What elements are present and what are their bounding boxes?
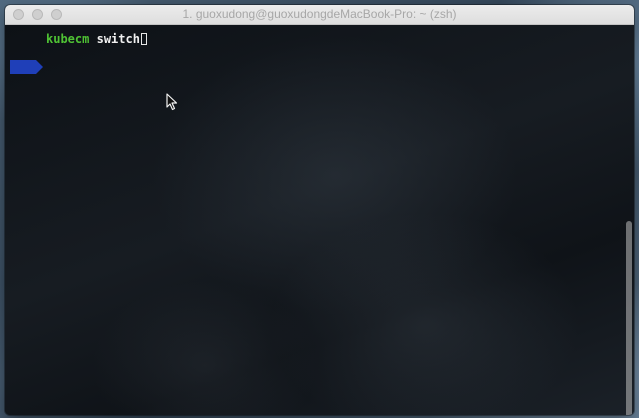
window-title: 1. guoxudong@guoxudongdeMacBook-Pro: ~ (… [182, 7, 457, 21]
command-name: kubecm [46, 32, 90, 46]
text-cursor [140, 33, 147, 45]
title-bar[interactable]: 1. guoxudong@guoxudongdeMacBook-Pro: ~ (… [5, 5, 634, 25]
scrollbar-thumb[interactable] [626, 221, 632, 415]
command-argument: switch [96, 32, 140, 46]
zoom-button[interactable] [51, 9, 62, 20]
minimize-button[interactable] [32, 9, 43, 20]
prompt-segment-icon [10, 32, 43, 74]
terminal-window: 1. guoxudong@guoxudongdeMacBook-Pro: ~ (… [5, 5, 634, 415]
close-button[interactable] [13, 9, 24, 20]
prompt-line: kubecm switch [10, 32, 147, 74]
terminal-content[interactable]: kubecm switch [5, 25, 634, 415]
arrow-pointer-icon [166, 93, 178, 111]
command-separator [89, 32, 96, 46]
